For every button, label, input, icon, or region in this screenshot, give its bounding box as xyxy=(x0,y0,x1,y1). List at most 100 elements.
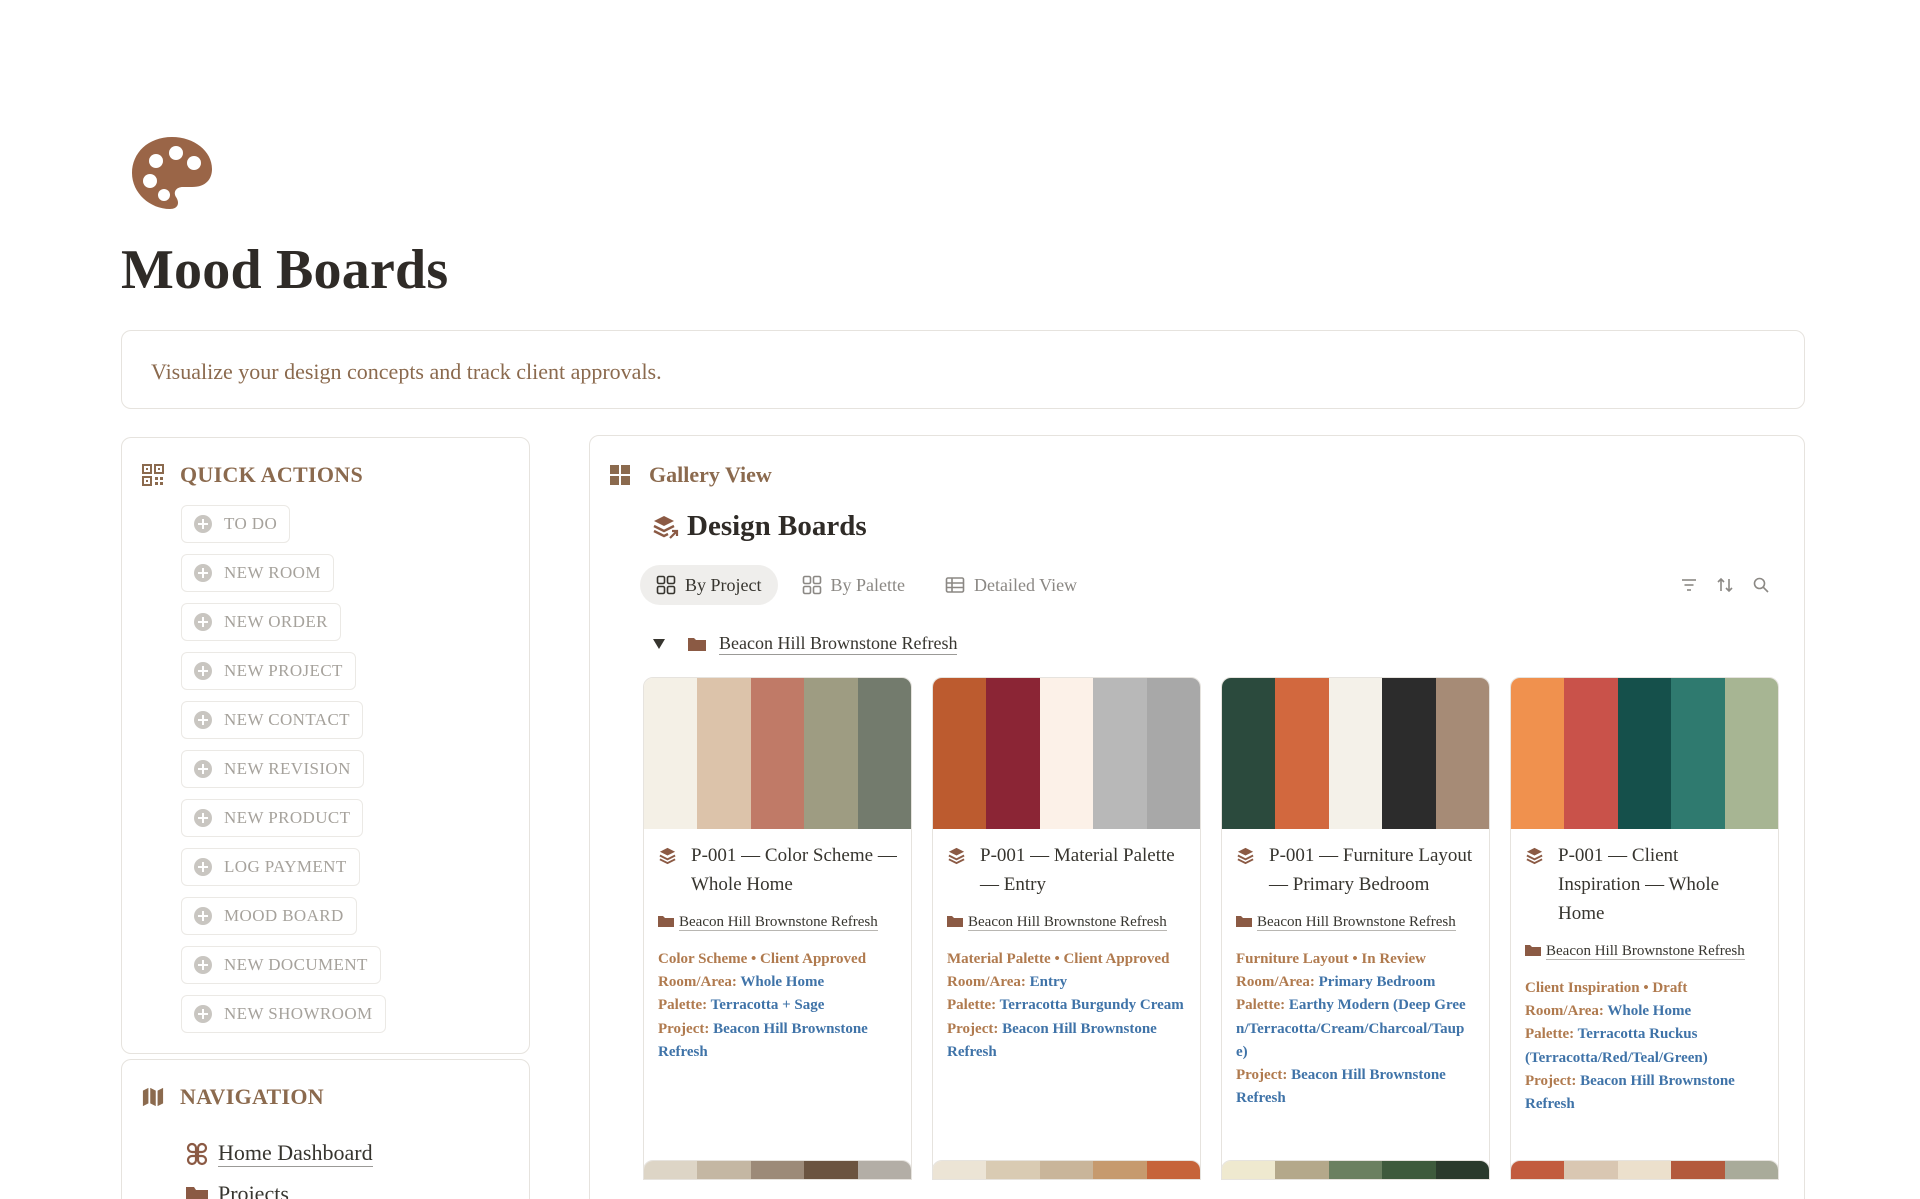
folder-icon xyxy=(947,916,963,927)
plus-circle-icon xyxy=(194,662,212,680)
navigation-title: NAVIGATION xyxy=(180,1084,324,1109)
card-room[interactable]: Whole Home xyxy=(1607,1003,1691,1019)
gallery-icon xyxy=(656,575,676,595)
filter-icon[interactable] xyxy=(1680,576,1698,594)
group-label: Beacon Hill Brownstone Refresh xyxy=(719,633,958,655)
board-card[interactable]: P-001 — Furniture Layout — Primary Bedro… xyxy=(1221,677,1490,1177)
plus-circle-icon xyxy=(194,809,212,827)
swatch-color xyxy=(1146,678,1200,829)
card-title: P-001 — Client Inspiration — Whole Home xyxy=(1525,841,1764,928)
folder-icon xyxy=(1525,945,1541,956)
swatch-color xyxy=(644,678,698,829)
swatch-color xyxy=(1617,678,1672,829)
stack-icon xyxy=(1526,847,1543,865)
database-title-text: Design Boards xyxy=(687,510,867,542)
command-icon xyxy=(186,1142,208,1166)
stack-icon xyxy=(948,847,965,865)
board-card-preview[interactable] xyxy=(1221,1160,1490,1180)
swatch-color xyxy=(1328,678,1383,829)
card-room[interactable]: Whole Home xyxy=(740,974,824,990)
navigation-list: Home Dashboard Projects xyxy=(184,1134,373,1199)
palette-swatch xyxy=(1511,678,1778,829)
view-tools xyxy=(1680,576,1770,594)
gallery-icon xyxy=(802,575,821,595)
card-palette[interactable]: Terracotta Burgundy Cream xyxy=(1000,997,1184,1013)
tab-detailed-view[interactable]: Detailed View xyxy=(929,565,1093,605)
folder-icon xyxy=(186,1187,208,1199)
palette-swatch xyxy=(1222,678,1489,829)
board-card[interactable]: P-001 — Color Scheme — Whole Home Beacon… xyxy=(643,677,912,1177)
card-project-tag[interactable]: Beacon Hill Brownstone Refresh xyxy=(1236,911,1475,934)
swatch-color xyxy=(857,678,911,829)
quick-actions-panel: QUICK ACTIONS TO DO NEW ROOM NEW ORDER N… xyxy=(121,437,530,1054)
swatch-color xyxy=(1382,678,1436,829)
navigation-header: NAVIGATION xyxy=(142,1084,324,1110)
nav-home-dashboard-label: Home Dashboard xyxy=(218,1140,373,1167)
map-icon xyxy=(142,1087,164,1107)
board-card[interactable]: P-001 — Client Inspiration — Whole Home … xyxy=(1510,677,1779,1177)
swatch-color xyxy=(1328,1161,1383,1179)
description-text: Visualize your design concepts and track… xyxy=(151,359,662,384)
action-new-order-button[interactable]: NEW ORDER xyxy=(181,603,341,641)
nav-home-dashboard[interactable]: Home Dashboard xyxy=(184,1134,373,1174)
plus-circle-icon xyxy=(194,760,212,778)
swatch-color xyxy=(1222,1161,1276,1179)
action-new-contact-button[interactable]: NEW CONTACT xyxy=(181,701,363,739)
swatch-color xyxy=(750,1161,805,1179)
card-type-status: Furniture Layout • In Review xyxy=(1236,951,1426,967)
nav-projects-label: Projects xyxy=(218,1180,289,1199)
search-icon[interactable] xyxy=(1752,576,1770,594)
action-new-document-button[interactable]: NEW DOCUMENT xyxy=(181,946,381,984)
swatch-color xyxy=(1093,1161,1147,1179)
swatch-color xyxy=(1382,1161,1436,1179)
card-project-tag[interactable]: Beacon Hill Brownstone Refresh xyxy=(947,911,1186,934)
card-type-status: Client Inspiration • Draft xyxy=(1525,980,1688,996)
card-room[interactable]: Primary Bedroom xyxy=(1319,974,1436,990)
action-new-showroom-button[interactable]: NEW SHOWROOM xyxy=(181,995,386,1033)
palette-icon xyxy=(132,137,212,209)
board-card-preview[interactable] xyxy=(643,1160,912,1180)
action-new-revision-button[interactable]: NEW REVISION xyxy=(181,750,364,788)
tab-by-palette[interactable]: By Palette xyxy=(786,565,922,605)
database-title[interactable]: Design Boards xyxy=(651,510,867,543)
swatch-color xyxy=(857,1161,911,1179)
sort-icon[interactable] xyxy=(1716,576,1734,594)
board-card-preview[interactable] xyxy=(932,1160,1201,1180)
description-callout: Visualize your design concepts and track… xyxy=(121,330,1805,409)
view-tabs: By Project By Palette Detailed View xyxy=(640,565,1093,605)
folder-icon xyxy=(1236,916,1252,927)
card-room[interactable]: Entry xyxy=(1030,974,1068,990)
page: Mood Boards Visualize your design concep… xyxy=(0,0,1920,1199)
board-card-preview[interactable] xyxy=(1510,1160,1779,1180)
card-project-tag[interactable]: Beacon Hill Brownstone Refresh xyxy=(658,911,897,934)
quick-actions-list: TO DO NEW ROOM NEW ORDER NEW PROJECT NEW… xyxy=(181,505,386,1044)
action-new-product-button[interactable]: NEW PRODUCT xyxy=(181,799,364,837)
swatch-color xyxy=(1724,678,1778,829)
plus-circle-icon xyxy=(194,1005,212,1023)
folder-icon xyxy=(658,916,674,927)
table-icon xyxy=(945,577,965,593)
card-properties: Client Inspiration • Draft Room/Area: Wh… xyxy=(1525,977,1764,1116)
tab-by-project[interactable]: By Project xyxy=(640,565,778,605)
quick-actions-title: QUICK ACTIONS xyxy=(180,462,363,487)
swatch-color xyxy=(1435,678,1489,829)
swatch-color xyxy=(1222,678,1276,829)
nav-projects[interactable]: Projects xyxy=(184,1174,373,1199)
action-new-room-button[interactable]: NEW ROOM xyxy=(181,554,334,592)
plus-circle-icon xyxy=(194,564,212,582)
swatch-color xyxy=(986,1161,1040,1179)
plus-circle-icon xyxy=(194,907,212,925)
action-to-do-button[interactable]: TO DO xyxy=(181,505,291,543)
group-toggle[interactable]: Beacon Hill Brownstone Refresh xyxy=(653,633,958,655)
card-project-tag[interactable]: Beacon Hill Brownstone Refresh xyxy=(1525,940,1764,963)
action-mood-board-button[interactable]: MOOD BOARD xyxy=(181,897,357,935)
qr-grid-icon xyxy=(142,464,164,486)
swatch-color xyxy=(1671,1161,1725,1179)
card-palette[interactable]: Terracotta + Sage xyxy=(711,997,825,1013)
action-log-payment-button[interactable]: LOG PAYMENT xyxy=(181,848,360,886)
swatch-color xyxy=(1564,1161,1618,1179)
palette-swatch xyxy=(644,678,911,829)
action-new-project-button[interactable]: NEW PROJECT xyxy=(181,652,356,690)
navigation-panel: NAVIGATION Home Dashboard Projects xyxy=(121,1059,530,1199)
board-card[interactable]: P-001 — Material Palette — Entry Beacon … xyxy=(932,677,1201,1177)
